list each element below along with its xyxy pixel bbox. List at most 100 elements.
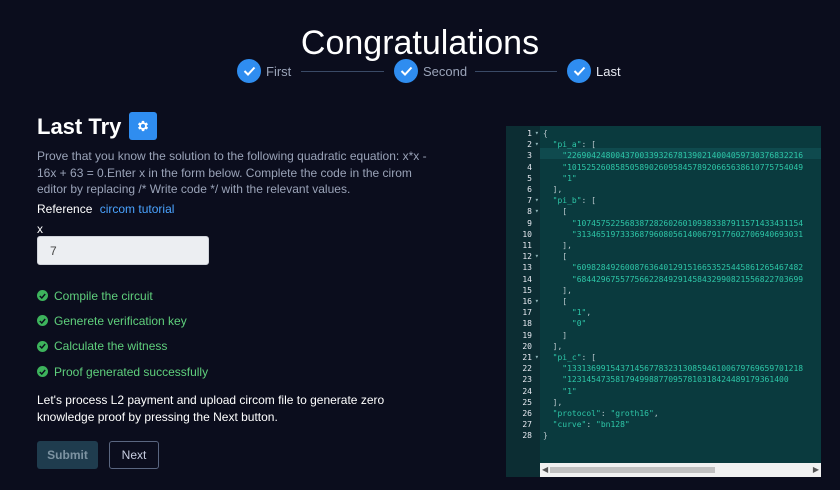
code-line[interactable]: [ — [543, 296, 821, 307]
code-line[interactable]: "pi_b": [ — [543, 195, 821, 206]
check-circle-icon — [37, 315, 48, 327]
code-editor[interactable]: 1 ▾{2 ▾ "pi_a": [3 "2269042480043700339326… — [506, 126, 821, 477]
line-number: 20 — [506, 341, 540, 352]
line-number-text: 21 — [522, 353, 532, 362]
line-number-text: 20 — [522, 341, 532, 351]
code-line[interactable]: "pi_a": [ — [543, 139, 821, 150]
code-line[interactable]: ], — [543, 240, 821, 251]
line-number: 26 — [506, 408, 540, 419]
x-input[interactable] — [37, 236, 209, 265]
step-second: Second — [394, 59, 467, 83]
reference: Reference circom tutorial — [37, 202, 174, 216]
step-last: Last — [567, 59, 621, 83]
line-number-text: 13 — [522, 263, 532, 273]
line-number-text: 26 — [522, 409, 532, 418]
line-number-text: 9 — [527, 218, 532, 228]
line-number-text: 5 — [527, 173, 532, 183]
submit-button[interactable]: Submit — [37, 441, 98, 469]
fold-arrow-icon[interactable]: ▾ — [535, 139, 539, 150]
line-number: 24 — [506, 386, 540, 397]
check-circle-icon — [37, 366, 48, 378]
fold-arrow-icon[interactable]: ▾ — [535, 128, 539, 139]
code-line[interactable]: "0" — [543, 318, 821, 329]
line-number-text: 19 — [522, 330, 532, 340]
code-line[interactable]: ], — [543, 341, 821, 352]
line-number-text: 10 — [522, 229, 532, 239]
code-line[interactable]: "226904248004370033932678139021400405973… — [543, 150, 821, 161]
fold-arrow-icon[interactable]: ▾ — [535, 206, 539, 217]
code-line[interactable]: "609828492600876364012915166535254458612… — [543, 262, 821, 273]
line-number: 11 — [506, 240, 540, 251]
line-number: 22 — [506, 363, 540, 374]
status-item: Compile the circuit — [37, 283, 208, 308]
next-button[interactable]: Next — [109, 441, 159, 469]
code-line[interactable]: "pi_c": [ — [543, 352, 821, 363]
code-line[interactable]: { — [543, 128, 821, 139]
line-number-text: 28 — [522, 431, 532, 441]
scroll-right-icon[interactable]: ▶ — [813, 465, 819, 474]
code-line[interactable]: ], — [543, 397, 821, 408]
code-line[interactable]: ], — [543, 184, 821, 195]
settings-button[interactable] — [129, 112, 157, 140]
code-line[interactable]: "313465197333687960805614006791776027069… — [543, 229, 821, 240]
x-label: x — [37, 222, 43, 236]
code-line[interactable]: [ — [543, 206, 821, 217]
status-text: Generete verification key — [54, 313, 187, 328]
line-number-text: 7 — [527, 196, 532, 206]
code-line[interactable]: [ — [543, 251, 821, 262]
code-line[interactable]: ] — [543, 330, 821, 341]
line-number-text: 6 — [527, 185, 532, 194]
code-line[interactable]: ], — [543, 285, 821, 296]
line-number: 16 ▾ — [506, 296, 540, 307]
code-line[interactable]: "123145473581794998877095781031842448917… — [543, 374, 821, 385]
scroll-left-icon[interactable]: ◀ — [542, 465, 548, 474]
next-step-notice: Let's process L2 payment and upload circ… — [37, 393, 385, 424]
code-line[interactable]: "107457522568387282602601093833879115714… — [543, 218, 821, 229]
line-number: 25 — [506, 397, 540, 408]
code-line[interactable]: "curve": "bn128" — [543, 419, 821, 430]
line-number: 4 — [506, 162, 540, 173]
check-icon — [394, 59, 418, 83]
line-number-text: 15 — [522, 285, 532, 295]
line-number: 19 — [506, 330, 540, 341]
line-number: 17 — [506, 307, 540, 318]
circom-tutorial-link[interactable]: circom tutorial — [100, 202, 175, 216]
code-line[interactable]: "684429675577566228492914584329908215568… — [543, 274, 821, 285]
line-number: 21 ▾ — [506, 352, 540, 363]
line-number-text: 24 — [522, 386, 532, 396]
step-label: Last — [596, 63, 621, 79]
code-line[interactable]: "protocol": "groth16", — [543, 408, 821, 419]
line-number: 7 ▾ — [506, 195, 540, 206]
fold-arrow-icon[interactable]: ▾ — [535, 195, 539, 206]
line-number: 6 — [506, 184, 540, 195]
line-number: 8 ▾ — [506, 206, 540, 217]
line-number: 3 — [506, 150, 540, 161]
step-label: Second — [423, 63, 468, 79]
line-number-text: 18 — [522, 319, 532, 329]
code-line[interactable]: } — [543, 430, 821, 441]
line-number: 10 — [506, 229, 540, 240]
line-number-text: 8 — [527, 207, 532, 217]
horizontal-scrollbar[interactable]: ◀ ▶ — [540, 463, 821, 477]
status-text: Calculate the witness — [54, 339, 168, 354]
code-line[interactable]: "133136991543714567783231308594610067976… — [543, 363, 821, 374]
line-number: 14 — [506, 274, 540, 285]
line-number: 12 ▾ — [506, 251, 540, 262]
code-line[interactable]: "101525260858505890260958457892066563861… — [543, 162, 821, 173]
code-line[interactable]: "1" — [543, 173, 821, 184]
check-icon — [567, 59, 591, 83]
fold-arrow-icon[interactable]: ▾ — [535, 251, 539, 262]
line-number: 13 — [506, 262, 540, 273]
status-item: Calculate the witness — [37, 334, 208, 359]
fold-arrow-icon[interactable]: ▾ — [535, 296, 539, 307]
fold-arrow-icon[interactable]: ▾ — [535, 352, 539, 363]
scrollbar-thumb[interactable] — [550, 467, 715, 473]
code-line[interactable]: "1", — [543, 307, 821, 318]
task-description: Prove that you know the solution to the … — [37, 149, 427, 196]
check-icon — [237, 59, 261, 83]
code-line[interactable]: "1" — [543, 386, 821, 397]
line-number-text: 1 — [527, 129, 532, 138]
line-number-text: 17 — [522, 308, 532, 318]
line-number-text: 23 — [522, 375, 532, 385]
line-number: 5 — [506, 173, 540, 184]
